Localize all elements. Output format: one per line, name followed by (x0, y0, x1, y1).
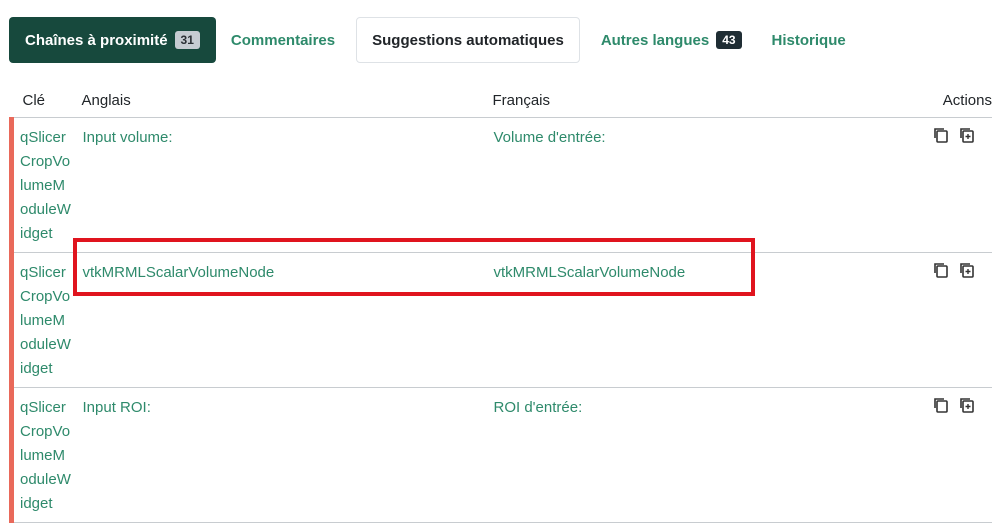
tab-nearby-strings-label: Chaînes à proximité (25, 31, 168, 49)
row-target-text[interactable]: vtkMRMLScalarVolumeNode (493, 253, 904, 388)
table-row: qSlicerCropVolumeModuleWidget Input volu… (9, 117, 992, 253)
clone-icon[interactable] (958, 126, 976, 144)
table-row: qSlicerCropVolumeModuleWidget vtkMRMLSca… (9, 252, 992, 388)
row-key-link[interactable]: qSlicerCropVolumeModuleWidget (20, 261, 72, 381)
table-header-row: Clé Anglais Français Actions (11, 84, 992, 118)
header-actions: Actions (903, 84, 992, 118)
nearby-count-badge: 31 (174, 31, 200, 49)
tab-automatic-suggestions-label: Suggestions automatiques (372, 31, 564, 49)
header-source: Anglais (81, 84, 493, 118)
copy-icon[interactable] (932, 126, 950, 144)
header-target: Français (492, 84, 904, 118)
nearby-strings-table: Clé Anglais Français Actions qSlicerCrop… (9, 84, 992, 523)
tab-other-languages[interactable]: Autres langues 43 (586, 17, 757, 63)
row-target-text[interactable]: Volume d'entrée: (493, 118, 904, 253)
row-source-text[interactable]: Input volume: (82, 118, 493, 253)
table-row: qSlicerCropVolumeModuleWidget Input ROI:… (9, 387, 992, 523)
tab-history-label: Historique (771, 31, 846, 49)
clone-icon[interactable] (958, 396, 976, 414)
tab-history[interactable]: Historique (757, 17, 861, 63)
tab-nearby-strings[interactable]: Chaînes à proximité 31 (9, 17, 216, 63)
tab-automatic-suggestions[interactable]: Suggestions automatiques (356, 17, 580, 63)
tab-comments-label: Commentaires (230, 31, 336, 49)
clone-icon[interactable] (958, 261, 976, 279)
copy-icon[interactable] (932, 261, 950, 279)
row-target-text[interactable]: ROI d'entrée: (493, 388, 904, 523)
other-languages-count-badge: 43 (716, 31, 742, 49)
row-key-link[interactable]: qSlicerCropVolumeModuleWidget (20, 126, 72, 246)
row-key-link[interactable]: qSlicerCropVolumeModuleWidget (20, 396, 72, 516)
copy-icon[interactable] (932, 396, 950, 414)
row-source-text[interactable]: Input ROI: (82, 388, 493, 523)
row-source-text[interactable]: vtkMRMLScalarVolumeNode (82, 253, 493, 388)
tab-bar: Chaînes à proximité 31 Commentaires Sugg… (9, 17, 861, 63)
tab-other-languages-label: Autres langues (600, 31, 710, 49)
tab-comments[interactable]: Commentaires (216, 17, 350, 63)
header-key: Clé (11, 84, 82, 118)
